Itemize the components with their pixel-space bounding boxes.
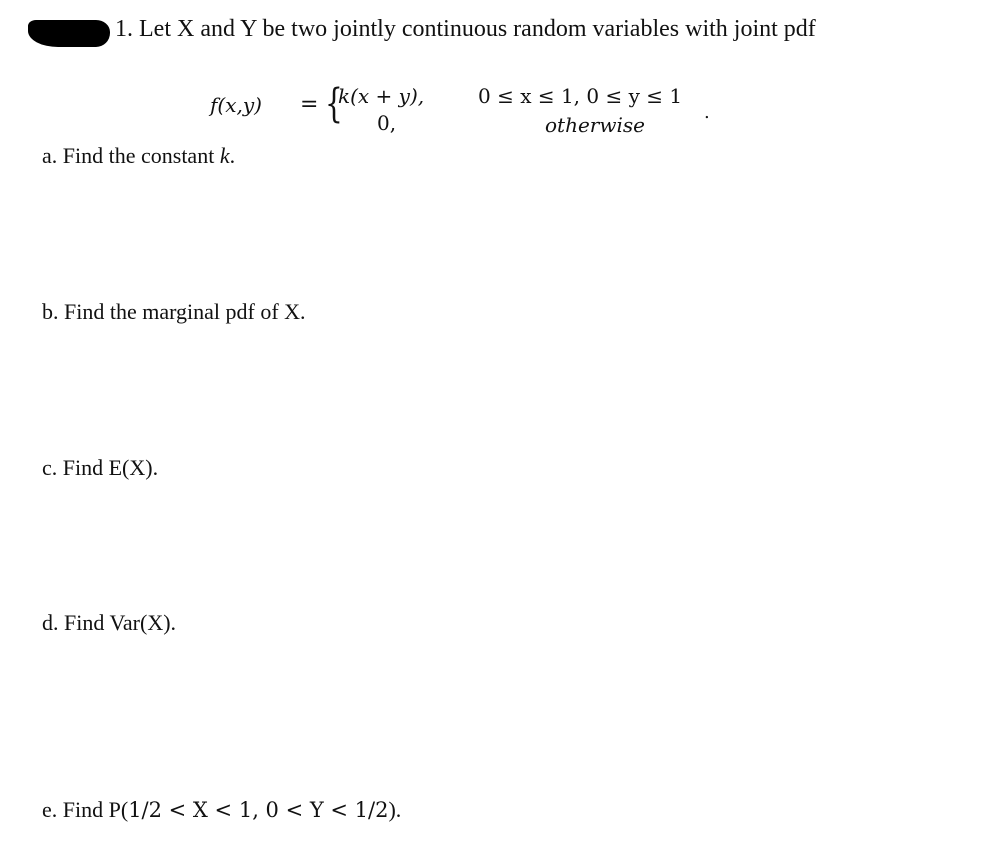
part-e-math: 1/2 < X < 1, 0 < Y < 1/2 — [128, 798, 389, 822]
part-d: d. Find Var(X). — [42, 610, 177, 635]
pdf-case2-condition: otherwise — [545, 113, 645, 137]
part-c: c. Find E(X). — [42, 455, 159, 480]
pdf-case2-expr: 0, — [377, 111, 397, 135]
part-e-suffix: ). — [388, 797, 402, 822]
part-a-text: a. Find the constant — [42, 143, 220, 168]
pdf-case1-expr: k(x + y), — [338, 84, 425, 108]
part-e: e. Find P(1/2 < X < 1, 0 < Y < 1/2). — [42, 797, 401, 823]
part-e-prefix: e. Find P( — [42, 797, 129, 822]
pdf-case1-condition: 0 ≤ x ≤ 1, 0 ≤ y ≤ 1 — [478, 84, 683, 108]
part-a-suffix: . — [229, 143, 236, 168]
redaction-mark — [28, 20, 110, 47]
part-a: a. Find the constant k. — [42, 143, 235, 169]
pdf-equals: = — [300, 92, 319, 117]
pdf-trailing-period: . — [704, 102, 710, 123]
question-title: 1. Let X and Y be two jointly continuous… — [115, 16, 816, 42]
part-b: b. Find the marginal pdf of X. — [42, 299, 306, 324]
pdf-lhs: f(x,y) — [210, 93, 262, 117]
part-a-variable: k — [219, 143, 230, 168]
